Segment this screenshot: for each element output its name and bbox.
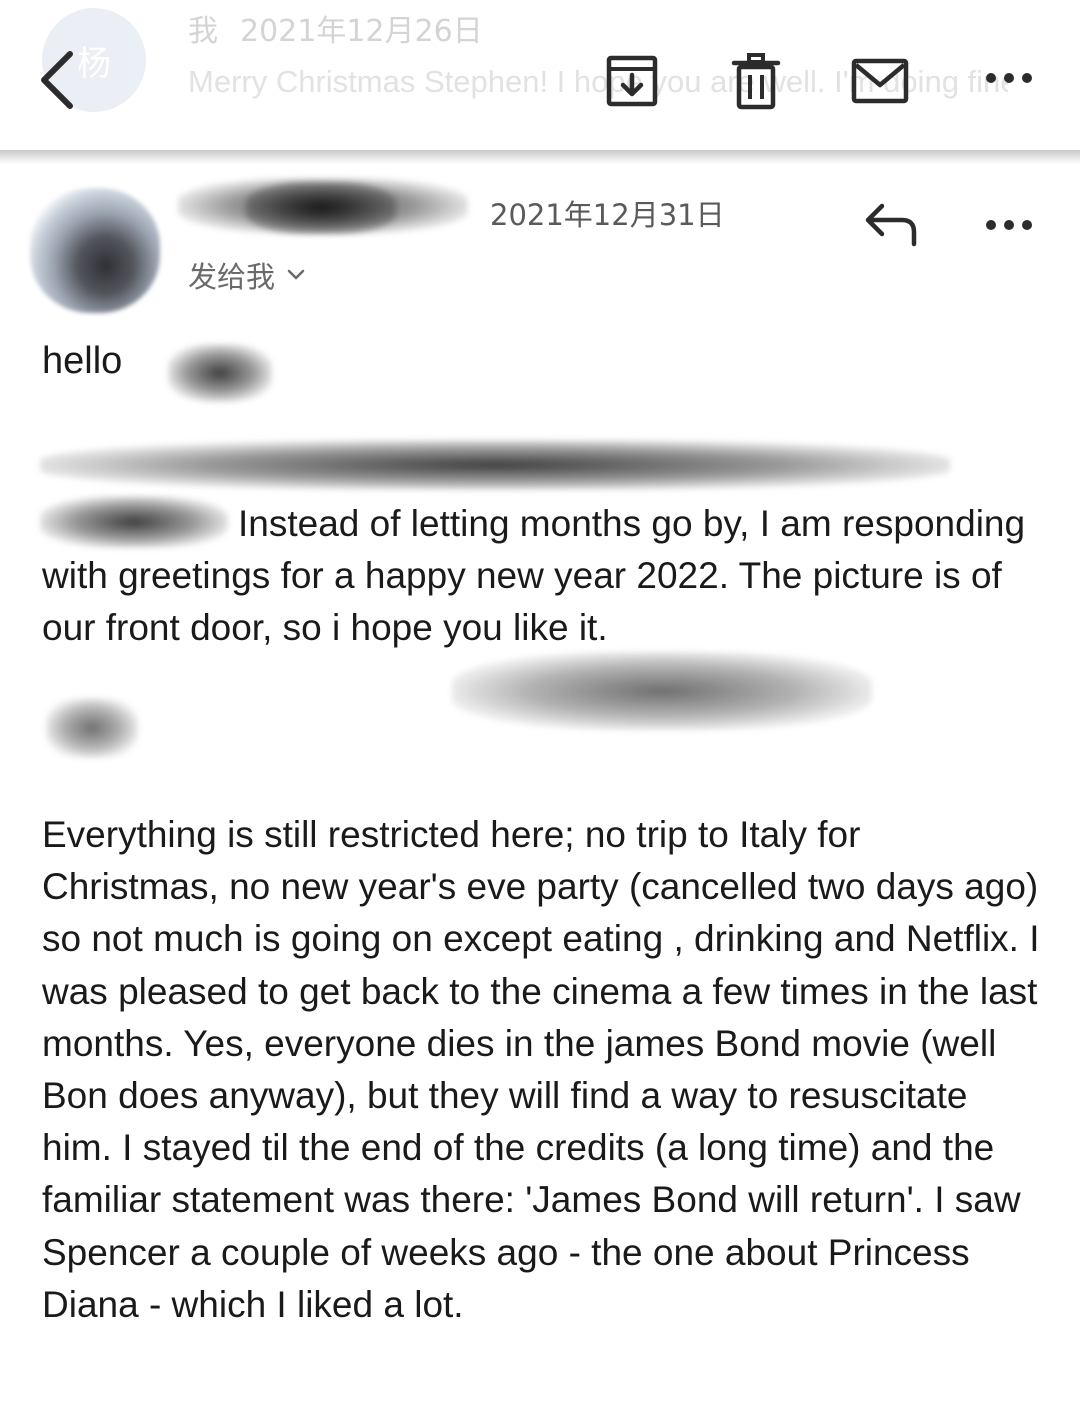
top-toolbar: 杨 我 2021年12月26日 Merry Christmas Stephen! … bbox=[0, 0, 1080, 152]
more-icon bbox=[986, 220, 1032, 230]
toolbar-more-button[interactable] bbox=[980, 58, 1050, 98]
previous-message-header: 我 2021年12月26日 bbox=[188, 6, 505, 50]
message-more-button[interactable] bbox=[980, 205, 1050, 245]
trash-icon bbox=[731, 53, 781, 110]
redacted-text-line bbox=[46, 698, 138, 758]
redacted-sender-name-dark bbox=[246, 182, 396, 234]
message-date: 2021年12月31日 bbox=[490, 198, 725, 232]
redacted-text-line bbox=[452, 652, 872, 730]
more-icon bbox=[986, 73, 1032, 83]
redacted-text-line bbox=[40, 440, 950, 490]
recipient-label: 发给我 bbox=[188, 260, 276, 294]
archive-button[interactable] bbox=[594, 46, 670, 116]
greeting-text: hello bbox=[42, 340, 123, 382]
toolbar-divider bbox=[0, 150, 1080, 164]
recipient-toggle[interactable]: 发给我 bbox=[188, 254, 305, 296]
sender-avatar[interactable] bbox=[30, 188, 160, 313]
message-paragraph-1: Instead of letting months go by, I am re… bbox=[42, 503, 1026, 649]
reply-icon bbox=[865, 203, 917, 247]
message-paragraph-2: Everything is still restricted here; no … bbox=[42, 814, 1040, 1325]
previous-message-date: 2021年12月26日 bbox=[240, 14, 483, 49]
mark-unread-button[interactable] bbox=[842, 46, 918, 116]
archive-icon bbox=[606, 55, 658, 107]
chevron-down-icon bbox=[287, 269, 305, 280]
chevron-left-icon bbox=[41, 51, 73, 109]
delete-button[interactable] bbox=[718, 46, 794, 116]
mail-icon bbox=[851, 58, 909, 104]
redacted-recipient-name bbox=[168, 344, 272, 402]
reply-button[interactable] bbox=[862, 198, 924, 250]
back-button[interactable] bbox=[30, 42, 94, 118]
previous-message-sender: 我 bbox=[188, 14, 218, 49]
